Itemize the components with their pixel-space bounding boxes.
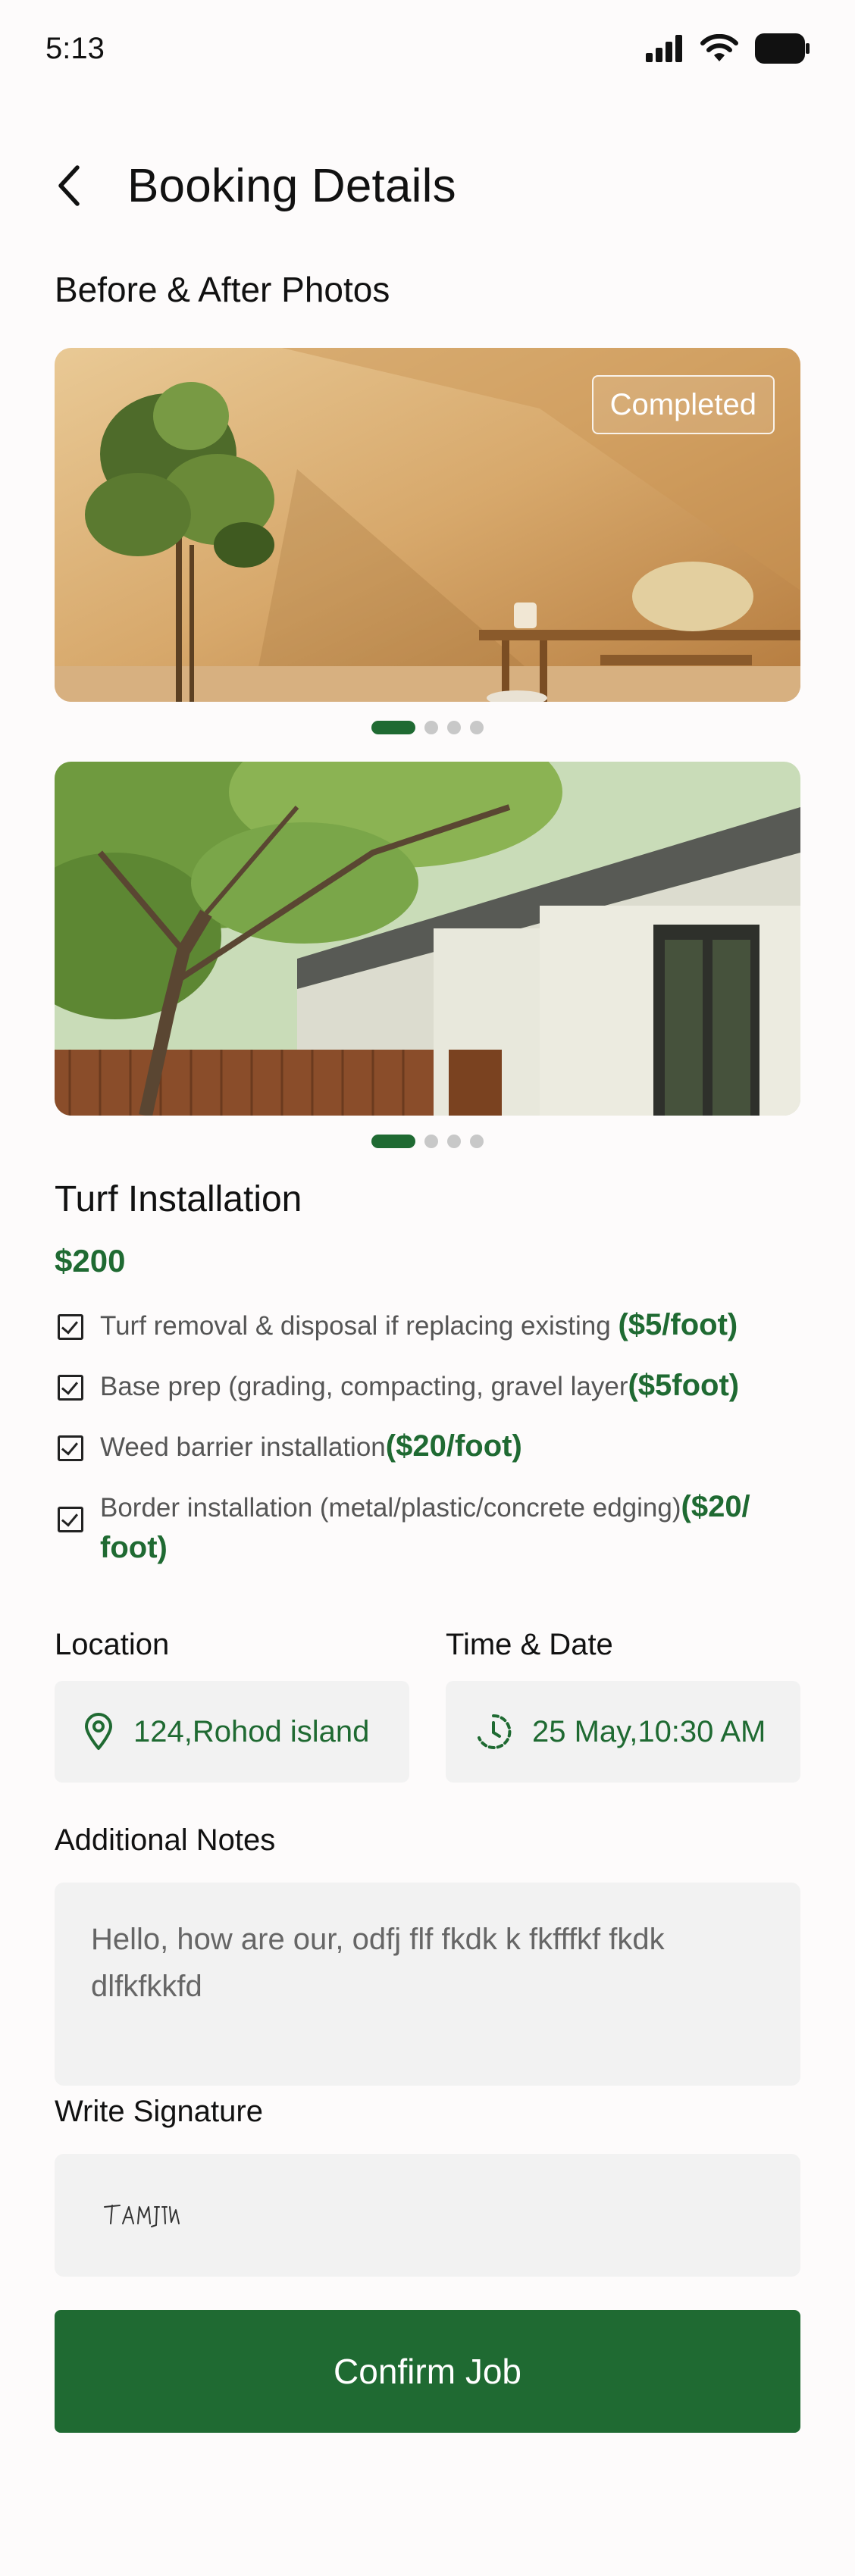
datetime-value: 25 May,10:30 AM <box>532 1714 766 1748</box>
checklist-item[interactable]: Turf removal & disposal if replacing exi… <box>55 1305 800 1346</box>
pagination-dot[interactable] <box>470 721 484 734</box>
checklist-item-text: Weed barrier installation <box>100 1432 386 1462</box>
service-title: Turf Installation <box>55 1179 302 1219</box>
datetime-label: Time & Date <box>446 1628 613 1661</box>
before-photo[interactable]: Completed <box>55 348 800 702</box>
checklist-item-rate: ($20/foot) <box>385 1429 522 1463</box>
battery-icon <box>755 33 810 64</box>
pagination-dot-active[interactable] <box>371 1135 415 1148</box>
pagination-dot-active[interactable] <box>371 721 415 734</box>
chevron-left-icon <box>58 165 80 206</box>
pagination-dot[interactable] <box>424 1135 438 1148</box>
pagination-dot[interactable] <box>447 1135 461 1148</box>
status-icons <box>646 33 810 64</box>
checklist-item[interactable]: Weed barrier installation($20/foot) <box>55 1426 800 1467</box>
signature-pad[interactable] <box>55 2154 800 2277</box>
notes-textarea[interactable]: Hello, how are our, odfj flf fkdk k fkff… <box>55 1883 800 2086</box>
cellular-signal-icon <box>646 35 682 62</box>
checklist-item-text: Turf removal & disposal if replacing exi… <box>100 1311 619 1341</box>
signature-drawing <box>104 2205 180 2227</box>
confirm-job-button[interactable]: Confirm Job <box>55 2310 800 2433</box>
location-field[interactable]: 124,Rohod island <box>55 1681 409 1783</box>
after-photo[interactable] <box>55 762 800 1116</box>
service-checklist: Turf removal & disposal if replacing exi… <box>55 1305 800 1569</box>
location-label: Location <box>55 1628 170 1661</box>
map-pin-icon <box>85 1713 112 1750</box>
pagination-dot[interactable] <box>424 721 438 734</box>
header: Booking Details <box>55 152 456 220</box>
back-button[interactable] <box>55 155 100 216</box>
signature-label: Write Signature <box>55 2095 263 2128</box>
photos-section-title: Before & After Photos <box>55 270 390 309</box>
checkbox-checked-icon[interactable] <box>58 1507 83 1532</box>
checklist-item-text: Border installation (metal/plastic/concr… <box>100 1493 681 1523</box>
location-value: 124,Rohod island <box>133 1714 370 1748</box>
service-price: $200 <box>55 1243 126 1279</box>
status-time: 5:13 <box>45 32 105 65</box>
checklist-item-rate: ($5foot) <box>628 1369 740 1402</box>
status-bar: 5:13 <box>0 0 855 99</box>
completed-badge: Completed <box>591 375 775 434</box>
checkbox-checked-icon[interactable] <box>58 1435 83 1461</box>
checklist-item-text: Base prep (grading, compacting, gravel l… <box>100 1372 628 1401</box>
checklist-item[interactable]: Border installation (metal/plastic/concr… <box>55 1487 800 1569</box>
datetime-field[interactable]: 25 May,10:30 AM <box>446 1681 800 1783</box>
checkbox-checked-icon[interactable] <box>58 1314 83 1340</box>
checkbox-checked-icon[interactable] <box>58 1375 83 1401</box>
page-title: Booking Details <box>127 159 456 212</box>
pagination-dot[interactable] <box>447 721 461 734</box>
house-exterior-image <box>55 762 800 1116</box>
checklist-item[interactable]: Base prep (grading, compacting, gravel l… <box>55 1366 800 1407</box>
notes-label: Additional Notes <box>55 1823 276 1857</box>
before-photo-pagination[interactable] <box>0 720 855 735</box>
checklist-item-rate: ($5/foot) <box>618 1308 738 1341</box>
clock-icon <box>478 1714 512 1749</box>
after-photo-pagination[interactable] <box>0 1134 855 1149</box>
wifi-icon <box>700 34 738 61</box>
pagination-dot[interactable] <box>470 1135 484 1148</box>
